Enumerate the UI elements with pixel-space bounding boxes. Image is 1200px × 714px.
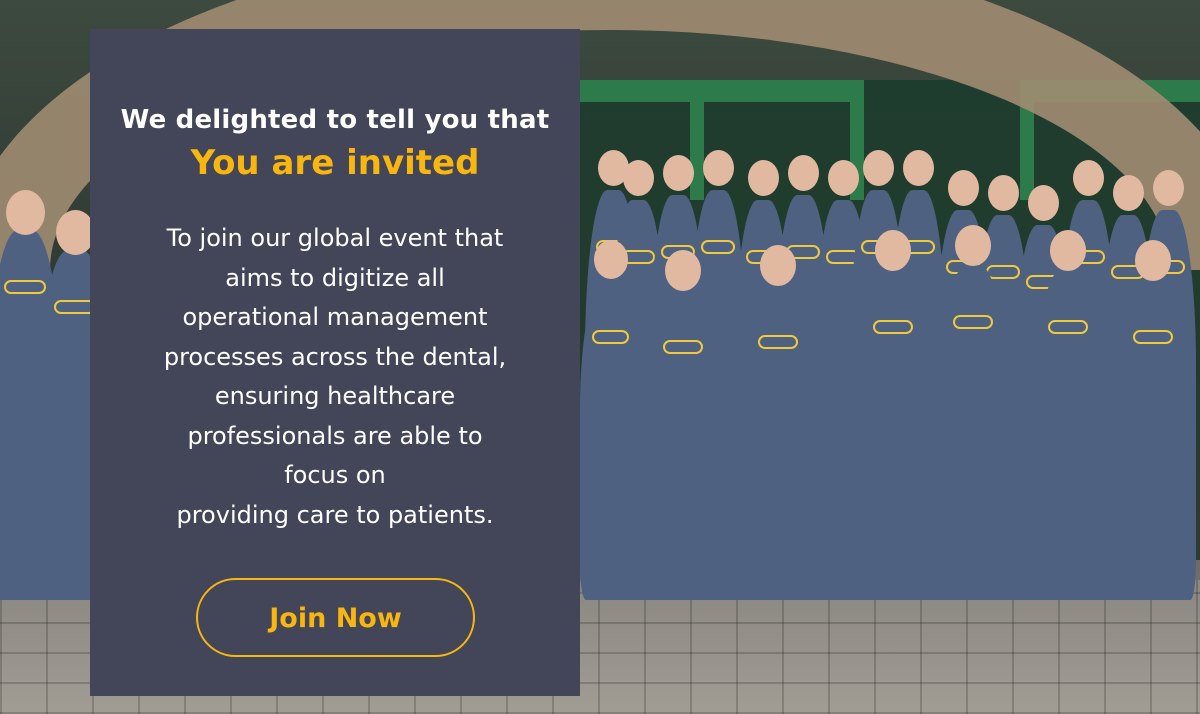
person-head [55,210,95,255]
shirt-logo [873,320,914,334]
shirt-logo [701,240,736,254]
invite-description-line: To join our global event that [166,224,504,252]
person-head [987,175,1019,211]
person-figure [580,280,642,600]
person-head [5,190,45,235]
person-figure [745,285,811,600]
person-head [827,160,859,196]
person-head [622,160,654,196]
invite-title: You are invited [190,143,480,183]
invite-description-line: processes across the dental, [163,342,507,371]
person-figure [650,290,716,600]
person-head [1050,230,1086,271]
invite-description-line: professionals are able to [187,421,483,450]
person-head [787,155,819,191]
shirt-logo [663,340,704,354]
shirt-logo [1048,320,1089,334]
invite-card: We delighted to tell you that You are in… [90,29,580,696]
person-head [594,240,628,279]
person-figure [1120,280,1186,600]
shirt-logo [4,280,46,294]
person-head [955,225,991,266]
invite-description-line: operational management [182,303,488,331]
join-now-button[interactable]: Join Now [196,578,475,657]
person-head [1072,160,1104,196]
invite-description-line: focus on [284,461,386,489]
person-head [1112,175,1144,211]
person-head [665,250,701,291]
person-head [1152,170,1184,206]
invite-description: To join our global event that aims to di… [90,219,580,535]
person-head [1135,240,1171,281]
invite-description-line: providing care to patients. [176,500,494,529]
shirt-logo [758,335,799,349]
invite-intro-text: We delighted to tell you that [120,105,550,135]
person-head [702,150,734,186]
invite-description-line: aims to digitize all [225,263,445,292]
shirt-logo [1133,330,1174,344]
shirt-logo [953,315,994,329]
person-head [902,150,934,186]
invite-description-line: ensuring healthcare [214,382,456,410]
person-head [875,230,911,271]
person-head [947,170,979,206]
person-head [747,160,779,196]
shirt-logo [986,265,1021,279]
person-head [862,150,894,186]
person-head [1027,185,1059,221]
person-head [662,155,694,191]
person-head [760,245,796,286]
shirt-logo [592,330,630,344]
